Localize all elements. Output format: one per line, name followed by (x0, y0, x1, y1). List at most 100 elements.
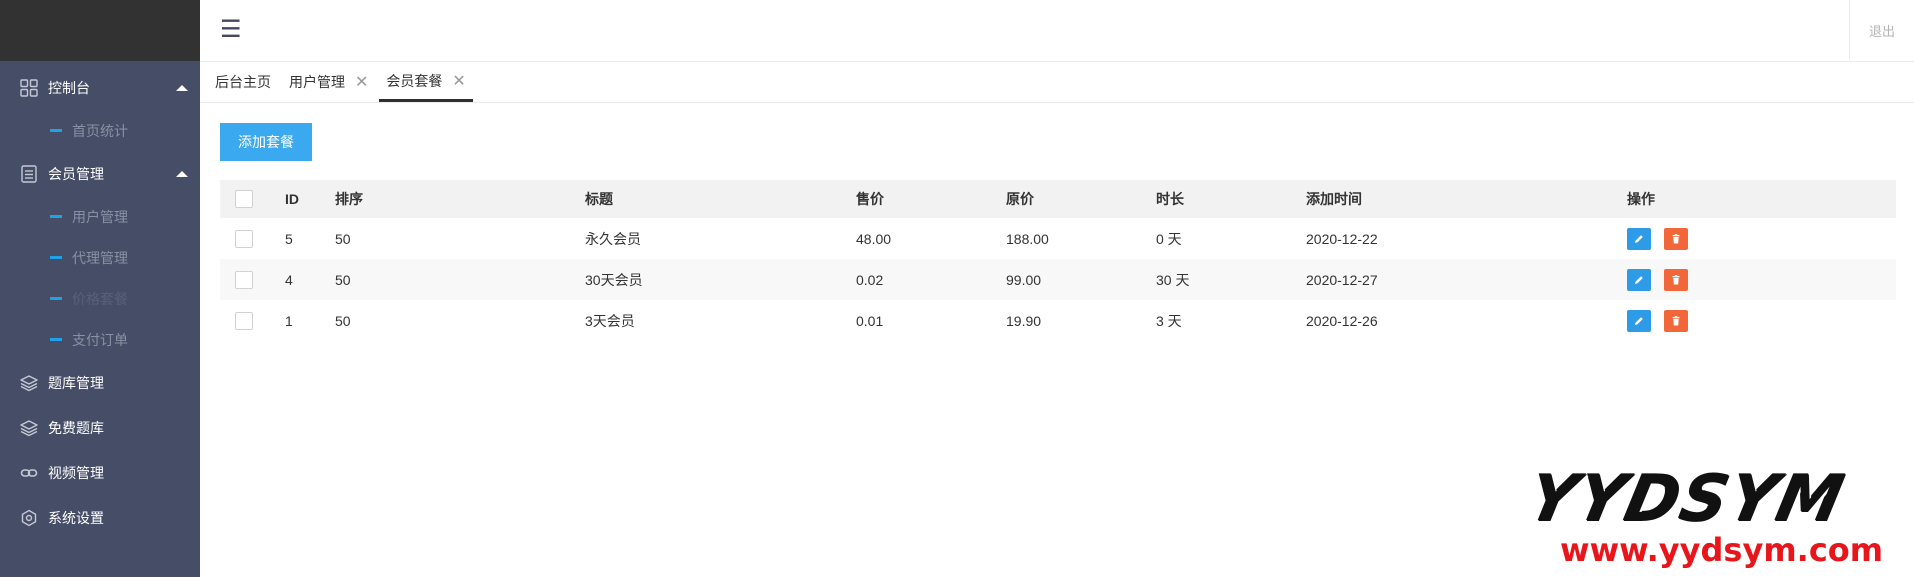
header-id: ID (285, 191, 299, 207)
sidebar-item-label: 控制台 (48, 79, 90, 96)
menu-icon[interactable]: ☰ (220, 18, 242, 42)
sidebar-item-label: 视频管理 (48, 464, 104, 481)
pencil-icon (1635, 234, 1643, 243)
plans-table: ID 排序 标题 售价 原价 时长 添加时间 操作 5 50 永久会员 48.0… (220, 180, 1896, 341)
cell-operations (1627, 309, 1688, 332)
cell-operations (1627, 268, 1688, 291)
trash-icon (1672, 233, 1680, 243)
sidebar-subitem-label: 价格套餐 (72, 290, 128, 307)
sidebar-subitem-users[interactable]: 用户管理 (0, 196, 200, 237)
sidebar-item-label: 会员管理 (48, 165, 104, 182)
tab-label: 用户管理 (289, 74, 345, 90)
chevron-up-icon[interactable] (176, 170, 188, 177)
header-duration: 时长 (1156, 191, 1184, 207)
cell-price: 48.00 (856, 230, 892, 247)
sidebar-item-console[interactable]: 控制台 (0, 65, 200, 110)
submenu-member: 用户管理 代理管理 价格套餐 支付订单 (0, 196, 200, 360)
top-header: ☰ 退出 (200, 0, 1914, 62)
edit-button[interactable] (1627, 309, 1651, 332)
close-icon[interactable]: ✕ (452, 71, 465, 91)
cell-operations (1627, 227, 1688, 250)
cell-title: 永久会员 (585, 230, 641, 247)
cell-duration: 30 天 (1156, 271, 1190, 288)
watermark-url: www.yydsym.com (1560, 531, 1884, 569)
watermark: YYDSYM www.yydsym.com (1522, 463, 1900, 569)
tab-label: 会员套餐 (386, 72, 443, 89)
table-row: 5 50 永久会员 48.00 188.00 0 天 2020-12-22 (220, 218, 1896, 259)
dash-icon (50, 129, 62, 132)
delete-button[interactable] (1664, 268, 1688, 291)
header-operations: 操作 (1627, 191, 1655, 207)
sidebar-item-label: 系统设置 (48, 509, 104, 526)
layers-icon (20, 374, 38, 392)
sidebar-item-settings[interactable]: 系统设置 (0, 495, 200, 540)
sidebar-item-free-bank[interactable]: 免费题库 (0, 405, 200, 450)
close-icon[interactable]: ✕ (355, 72, 368, 92)
cell-title: 30天会员 (585, 271, 643, 288)
delete-button[interactable] (1664, 309, 1688, 332)
menu-group-member: 会员管理 用户管理 代理管理 价格套餐 支付订单 (0, 151, 200, 360)
cell-price: 0.01 (856, 312, 884, 329)
sidebar-item-video[interactable]: 视频管理 (0, 450, 200, 495)
tab-user-management[interactable]: 用户管理 ✕ (282, 62, 375, 102)
row-checkbox[interactable] (235, 311, 253, 330)
add-plan-button[interactable]: 添加套餐 (220, 123, 312, 161)
dash-icon (50, 256, 62, 259)
sidebar-item-label: 题库管理 (48, 374, 104, 391)
sidebar-subitem-price-plans[interactable]: 价格套餐 (0, 278, 200, 319)
row-checkbox[interactable] (235, 229, 253, 248)
edit-button[interactable] (1627, 268, 1651, 291)
tab-member-plans[interactable]: 会员套餐 ✕ (379, 62, 473, 102)
gear-icon (20, 509, 38, 527)
sidebar-item-question-bank[interactable]: 题库管理 (0, 360, 200, 405)
cell-id: 5 (285, 230, 293, 247)
cell-id: 4 (285, 271, 293, 288)
sidebar-item-member[interactable]: 会员管理 (0, 151, 200, 196)
sidebar-menu: 控制台 首页统计 会员管理 用户管理 代理管理 价格套餐 支付订单 题库管理 免… (0, 61, 200, 540)
sidebar-subitem-home-stats[interactable]: 首页统计 (0, 110, 200, 151)
cell-sort: 50 (335, 230, 351, 247)
link-icon (20, 464, 38, 482)
sidebar-subitem-label: 用户管理 (72, 208, 128, 225)
chevron-up-icon[interactable] (176, 84, 188, 91)
tab-home[interactable]: 后台主页 (208, 62, 278, 102)
cell-id: 1 (285, 312, 293, 329)
cell-original-price: 19.90 (1006, 312, 1042, 329)
table-header: ID 排序 标题 售价 原价 时长 添加时间 操作 (220, 180, 1896, 218)
dash-icon (50, 297, 62, 300)
table-row: 4 50 30天会员 0.02 99.00 30 天 2020-12-27 (220, 259, 1896, 300)
layers-icon (20, 419, 38, 437)
row-checkbox[interactable] (235, 270, 253, 289)
dash-icon (50, 338, 62, 341)
sidebar-subitem-orders[interactable]: 支付订单 (0, 319, 200, 360)
cell-created: 2020-12-26 (1306, 312, 1378, 329)
logout-label: 退出 (1868, 24, 1895, 39)
header-original-price: 原价 (1006, 191, 1034, 207)
cell-original-price: 188.00 (1006, 230, 1049, 247)
edit-button[interactable] (1627, 227, 1651, 250)
sidebar-subitem-label: 支付订单 (72, 331, 128, 348)
header-created: 添加时间 (1306, 191, 1362, 207)
cell-price: 0.02 (856, 271, 884, 288)
watermark-logo-text: YYDSYM (1522, 463, 1852, 537)
delete-button[interactable] (1664, 227, 1688, 250)
page-tabs: 后台主页 用户管理 ✕ 会员套餐 ✕ (200, 62, 1914, 103)
cell-created: 2020-12-27 (1306, 271, 1378, 288)
cell-sort: 50 (335, 271, 351, 288)
trash-icon (1672, 274, 1680, 284)
dashboard-grid-icon (20, 78, 38, 97)
cell-original-price: 99.00 (1006, 271, 1042, 288)
sidebar-subitem-label: 代理管理 (72, 249, 128, 266)
sidebar-subitem-agents[interactable]: 代理管理 (0, 237, 200, 278)
cell-created: 2020-12-22 (1306, 230, 1378, 247)
header-title: 标题 (585, 191, 613, 207)
select-all-checkbox[interactable] (235, 190, 253, 208)
sidebar-item-label: 免费题库 (48, 419, 104, 436)
submenu-console: 首页统计 (0, 110, 200, 151)
pencil-icon (1635, 275, 1643, 284)
table-row: 1 50 3天会员 0.01 19.90 3 天 2020-12-26 (220, 300, 1896, 341)
cell-sort: 50 (335, 312, 351, 329)
trash-icon (1672, 315, 1680, 325)
cell-title: 3天会员 (585, 312, 635, 329)
logout-button[interactable]: 退出 (1849, 0, 1914, 61)
